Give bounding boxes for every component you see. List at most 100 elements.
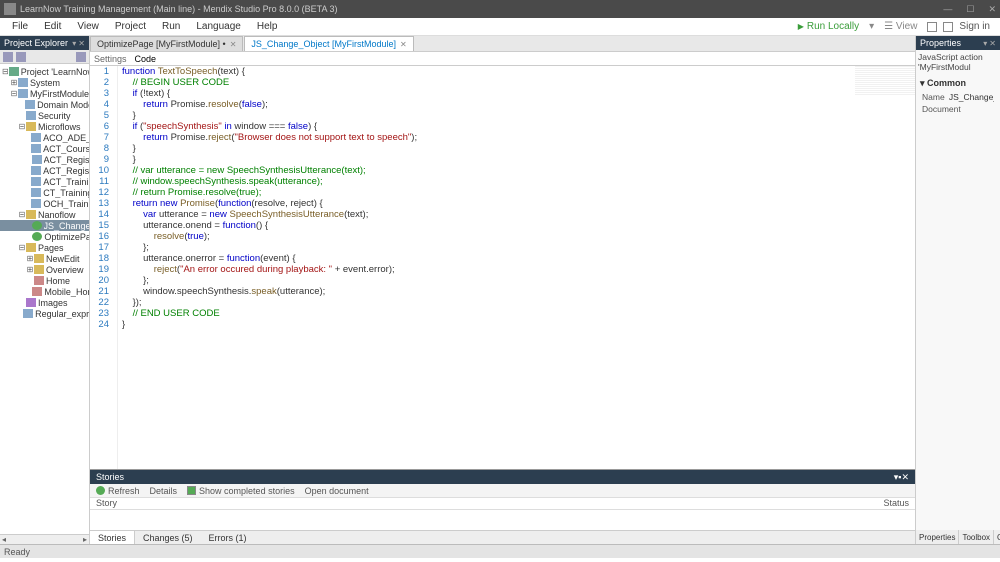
tree-node[interactable]: ACT_Registratio [0, 154, 89, 165]
open-document-button[interactable]: Open document [305, 486, 369, 496]
tree-node[interactable]: Domain Model [0, 99, 89, 110]
details-button[interactable]: Details [150, 486, 178, 496]
tree-node[interactable]: ⊞System [0, 77, 89, 88]
code-line[interactable]: // return Promise.resolve(true); [122, 187, 915, 198]
menu-edit[interactable]: Edit [36, 21, 69, 32]
tree-node[interactable]: ACT_TrainingEve [0, 176, 89, 187]
view-button[interactable]: ☰ View [884, 21, 917, 32]
code-line[interactable]: } [122, 143, 915, 154]
bottom-tab[interactable]: Changes (5) [135, 531, 201, 545]
code-line[interactable]: // var utterance = new SpeechSynthesisUt… [122, 165, 915, 176]
subtab-settings[interactable]: Settings [94, 54, 127, 64]
code-line[interactable]: } [122, 319, 915, 330]
editor-tab[interactable]: OptimizePage [MyFirstModule] •✕ [90, 36, 243, 51]
code-line[interactable]: return new Promise(function(resolve, rej… [122, 198, 915, 209]
tree-node[interactable]: Regular_expression_ [0, 308, 89, 319]
tree-node[interactable]: Mobile_Home [0, 286, 89, 297]
panel-close-icon[interactable]: ✕ [78, 39, 85, 48]
code-line[interactable]: // window.speechSynthesis.speak(utteranc… [122, 176, 915, 187]
menu-help[interactable]: Help [249, 21, 286, 32]
explorer-tree[interactable]: ⊟Project 'LearnNow Trainin⊞System⊟MyFirs… [0, 64, 89, 534]
tree-node[interactable]: ⊟Microflows [0, 121, 89, 132]
refresh-button[interactable]: Refresh [96, 486, 140, 496]
tree-node[interactable]: OptimizePage [0, 231, 89, 242]
tree-node[interactable]: ⊞NewEdit [0, 253, 89, 264]
expand-icon[interactable]: ⊟ [18, 210, 26, 219]
code-line[interactable]: }; [122, 242, 915, 253]
tree-node[interactable]: Images [0, 297, 89, 308]
right-tab[interactable]: Properties [916, 530, 959, 544]
right-tab[interactable]: Toolbox [959, 530, 994, 544]
code-line[interactable]: window.speechSynthesis.speak(utterance); [122, 286, 915, 297]
code-line[interactable]: return Promise.reject("Browser does not … [122, 132, 915, 143]
code-line[interactable]: // END USER CODE [122, 308, 915, 319]
tab-close-icon[interactable]: ✕ [400, 40, 407, 49]
explorer-scrollbar[interactable]: ◂▸ [0, 534, 89, 544]
pin-icon[interactable]: ▾ [72, 39, 76, 48]
expand-icon[interactable]: ⊟ [18, 122, 26, 131]
expand-icon[interactable]: ⊟ [10, 89, 18, 98]
menu-language[interactable]: Language [188, 21, 249, 32]
close-button[interactable]: ✕ [988, 4, 996, 15]
show-completed-toggle[interactable]: Show completed stories [187, 486, 295, 496]
editor-tab[interactable]: JS_Change_Object [MyFirstModule]✕ [244, 36, 413, 51]
code-line[interactable]: function TextToSpeech(text) { [122, 66, 915, 77]
tree-node[interactable]: CT_TrainingEven [0, 187, 89, 198]
right-tab[interactable]: Connector [994, 530, 1000, 544]
expand-icon[interactable]: ⊟ [2, 67, 9, 76]
bottom-tab[interactable]: Stories [90, 531, 135, 545]
tree-node[interactable]: ACO_ADE_Regis [0, 132, 89, 143]
code-line[interactable]: return Promise.resolve(false); [122, 99, 915, 110]
code-line[interactable]: }; [122, 275, 915, 286]
collapse-icon[interactable] [3, 52, 13, 62]
code-line[interactable]: utterance.onend = function() { [122, 220, 915, 231]
signin-area[interactable]: Sign in [927, 21, 990, 32]
property-row[interactable]: NameJS_Change_Obje [918, 91, 998, 103]
tree-node[interactable]: ACT_Course_Sch [0, 143, 89, 154]
tab-close-icon[interactable]: ✕ [230, 40, 237, 49]
tree-node[interactable]: ⊟Pages [0, 242, 89, 253]
code-line[interactable]: }); [122, 297, 915, 308]
code-editor[interactable]: 123456789101112131415161718192021222324 … [90, 66, 915, 469]
code-line[interactable]: resolve(true); [122, 231, 915, 242]
code-line[interactable]: // BEGIN USER CODE [122, 77, 915, 88]
tree-node[interactable]: ⊟MyFirstModule [0, 88, 89, 99]
prop-close-icon[interactable]: ✕ [989, 39, 996, 48]
code-line[interactable]: } [122, 110, 915, 121]
filter-icon[interactable] [76, 52, 86, 62]
code-line[interactable]: var utterance = new SpeechSynthesisUtter… [122, 209, 915, 220]
tree-node[interactable]: ⊞Overview [0, 264, 89, 275]
minimap[interactable] [855, 66, 915, 96]
run-dropdown-icon[interactable]: ▾ [869, 21, 874, 32]
expand-icon[interactable]: ⊟ [18, 243, 26, 252]
tree-node[interactable]: ⊟Project 'LearnNow Trainin [0, 66, 89, 77]
tree-node[interactable]: JS_Change_Obj [0, 220, 89, 231]
code-body[interactable]: function TextToSpeech(text) { // BEGIN U… [118, 66, 915, 469]
code-line[interactable]: utterance.onerror = function(event) { [122, 253, 915, 264]
menu-file[interactable]: File [4, 21, 36, 32]
properties-section[interactable]: ▾ Common [918, 76, 998, 91]
tree-node[interactable]: Home [0, 275, 89, 286]
menu-project[interactable]: Project [107, 21, 154, 32]
expand-icon[interactable] [16, 52, 26, 62]
tree-node[interactable]: Security [0, 110, 89, 121]
expand-icon[interactable]: ⊞ [26, 265, 34, 274]
minimize-button[interactable]: — [943, 4, 952, 15]
maximize-button[interactable]: ☐ [966, 4, 974, 15]
subtab-code[interactable]: Code [135, 54, 157, 64]
menu-view[interactable]: View [69, 21, 107, 32]
code-line[interactable]: reject("An error occured during playback… [122, 264, 915, 275]
tree-node[interactable]: OCH_TrainingEv [0, 198, 89, 209]
expand-icon[interactable]: ⊞ [26, 254, 34, 263]
code-line[interactable]: } [122, 154, 915, 165]
expand-icon[interactable]: ⊞ [10, 78, 18, 87]
prop-pin-icon[interactable]: ▾ [983, 39, 987, 48]
property-row[interactable]: Document [918, 103, 998, 115]
bottom-tab[interactable]: Errors (1) [201, 531, 255, 545]
tree-node[interactable]: ⊟Nanoflow [0, 209, 89, 220]
run-locally-button[interactable]: Run Locally [798, 21, 859, 32]
code-line[interactable]: if ("speechSynthesis" in window === fals… [122, 121, 915, 132]
code-line[interactable]: if (!text) { [122, 88, 915, 99]
menu-run[interactable]: Run [154, 21, 188, 32]
stories-close-icon[interactable]: ✕ [901, 472, 909, 482]
